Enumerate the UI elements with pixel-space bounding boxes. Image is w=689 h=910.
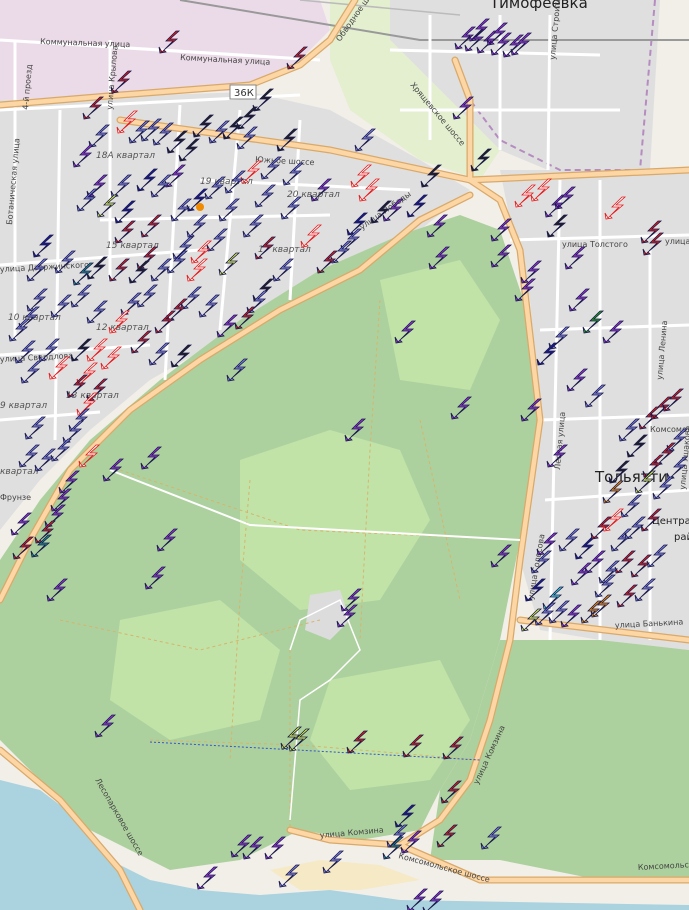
place-label: Тольятти <box>594 468 668 486</box>
route-badge: 36К <box>234 88 254 99</box>
place-label: район <box>674 532 689 543</box>
quarter-label: квартал <box>0 467 39 477</box>
map-view[interactable]: Тимофеевка Тольятти Центральный район 36… <box>0 0 689 910</box>
poi-marker-icon[interactable] <box>196 203 204 211</box>
street-label: улица Толстого <box>562 240 628 249</box>
quarter-label: 12 квартал <box>96 323 149 333</box>
place-label: Тимофеевка <box>489 0 588 12</box>
map-canvas[interactable]: Тимофеевка Тольятти Центральный район 36… <box>0 0 689 910</box>
quarter-label: 9 квартал <box>0 401 47 411</box>
street-label: Фрунзе <box>0 493 31 502</box>
street-label: улица Ми <box>665 237 689 246</box>
quarter-label: 18А квартал <box>96 151 155 161</box>
